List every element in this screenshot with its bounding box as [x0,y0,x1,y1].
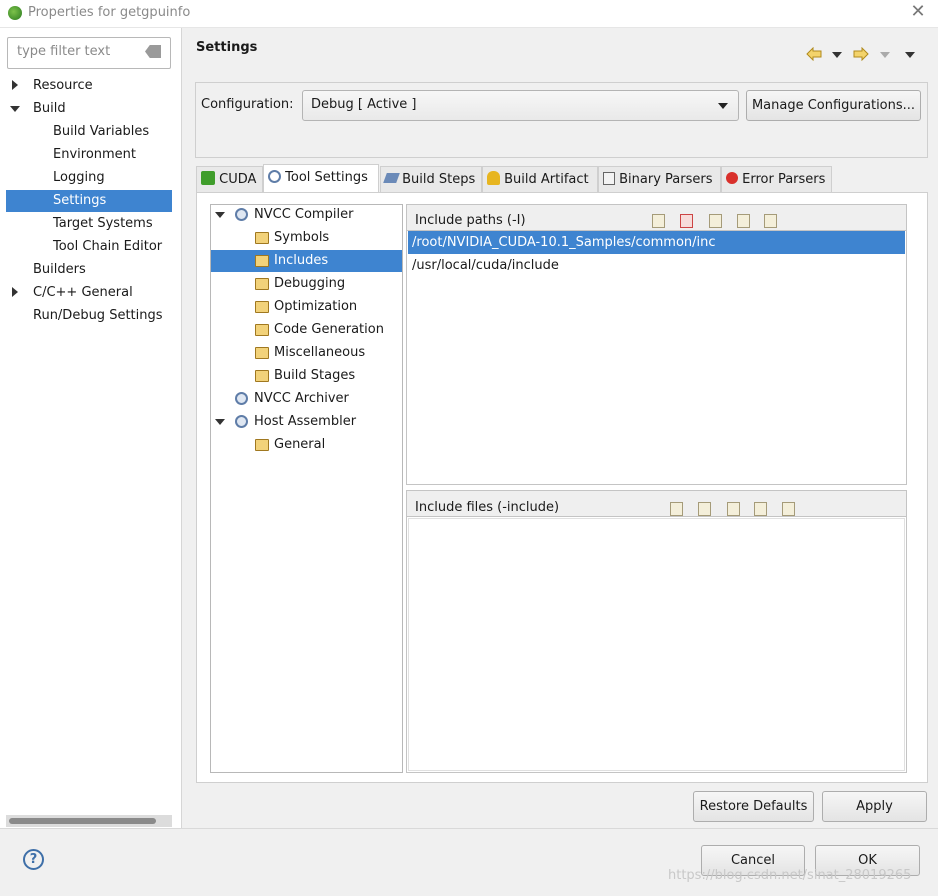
tab-build-artifact[interactable]: Build Artifact [482,166,598,192]
restore-defaults-button[interactable]: Restore Defaults [693,791,814,822]
tab-tool-settings[interactable]: Tool Settings [263,164,379,193]
collapse-build-icon[interactable] [10,106,20,112]
chevron-down-icon[interactable] [718,103,728,109]
gear-icon [235,415,248,428]
tab-error-parsers[interactable]: Error Parsers [721,166,832,192]
include-files-title: Include files (-include) [415,500,560,515]
forward-history-dropdown-icon[interactable] [880,52,890,58]
configuration-label: Configuration: [201,97,294,112]
collapse-host-assembler-icon[interactable] [215,419,225,425]
tool-item-code-generation[interactable]: Code Generation [274,318,384,341]
nav-item-environment[interactable]: Environment [53,143,136,166]
filter-placeholder: type filter text [17,44,111,59]
folder-icon [255,278,269,290]
delete-file-icon[interactable] [698,502,711,516]
include-path-row[interactable]: /root/NVIDIA_CUDA-10.1_Samples/common/in… [408,231,905,254]
apply-button[interactable]: Apply [822,791,927,822]
nav-item-resource[interactable]: Resource [33,74,93,97]
add-path-icon[interactable] [652,214,665,228]
tab-binary-parsers[interactable]: Binary Parsers [598,166,721,192]
move-file-up-icon[interactable] [754,502,767,516]
build-artifact-icon [487,171,500,185]
folder-icon [255,255,269,267]
app-icon [8,6,22,20]
move-down-icon[interactable] [764,214,777,228]
tool-item-host-assembler[interactable]: Host Assembler [254,410,356,433]
nav-item-run-debug[interactable]: Run/Debug Settings [33,304,163,327]
expand-cpp-general-icon[interactable] [12,287,18,297]
tool-item-debugging[interactable]: Debugging [274,272,345,295]
folder-icon [255,324,269,336]
expand-resource-icon[interactable] [12,80,18,90]
tab-cuda[interactable]: CUDA [196,166,263,192]
folder-icon [255,232,269,244]
error-parsers-icon [726,172,738,184]
include-files-list[interactable] [408,518,905,771]
forward-arrow-icon[interactable] [853,47,869,61]
folder-icon [255,347,269,359]
manage-configurations-button[interactable]: Manage Configurations... [746,90,921,121]
tool-item-build-stages[interactable]: Build Stages [274,364,355,387]
nav-item-logging[interactable]: Logging [53,166,105,189]
cuda-icon [201,171,215,185]
tool-item-includes[interactable]: Includes [274,249,328,272]
include-path-row[interactable]: /usr/local/cuda/include [408,254,905,277]
help-icon[interactable]: ? [23,849,44,870]
nav-item-tool-chain-editor[interactable]: Tool Chain Editor [53,235,162,258]
binary-parsers-icon [603,172,615,185]
nav-item-build-variables[interactable]: Build Variables [53,120,149,143]
folder-icon [255,370,269,382]
nav-item-settings[interactable]: Settings [53,189,106,212]
collapse-nvcc-compiler-icon[interactable] [215,212,225,218]
gear-icon [235,392,248,405]
back-arrow-icon[interactable] [806,47,822,61]
tool-item-nvcc-compiler[interactable]: NVCC Compiler [254,203,353,226]
page-title: Settings [196,40,258,55]
edit-path-icon[interactable] [709,214,722,228]
nav-item-cpp-general[interactable]: C/C++ General [33,281,133,304]
build-steps-icon [383,173,400,183]
gear-icon [235,208,248,221]
delete-path-icon[interactable] [680,214,693,228]
tool-settings-icon [268,170,281,183]
nav-item-build[interactable]: Build [33,97,66,120]
tab-build-steps[interactable]: Build Steps [380,166,482,192]
watermark: https://blog.csdn.net/sinat_28019265 [668,868,912,883]
tool-item-nvcc-archiver[interactable]: NVCC Archiver [254,387,349,410]
configuration-value: Debug [ Active ] [311,97,417,112]
folder-icon [255,439,269,451]
tool-item-optimization[interactable]: Optimization [274,295,357,318]
tool-item-miscellaneous[interactable]: Miscellaneous [274,341,365,364]
view-menu-icon[interactable] [905,52,915,58]
add-file-icon[interactable] [670,502,683,516]
move-file-down-icon[interactable] [782,502,795,516]
folder-icon [255,301,269,313]
edit-file-icon[interactable] [727,502,740,516]
window-title: Properties for getgpuinfo [28,5,191,20]
close-icon[interactable]: ✕ [908,2,928,22]
include-paths-title: Include paths (-I) [415,213,526,228]
left-hscroll-thumb[interactable] [9,818,156,824]
back-history-dropdown-icon[interactable] [832,52,842,58]
move-up-icon[interactable] [737,214,750,228]
nav-item-target-systems[interactable]: Target Systems [53,212,153,235]
tool-item-symbols[interactable]: Symbols [274,226,329,249]
tool-item-general[interactable]: General [274,433,325,456]
nav-item-builders[interactable]: Builders [33,258,86,281]
